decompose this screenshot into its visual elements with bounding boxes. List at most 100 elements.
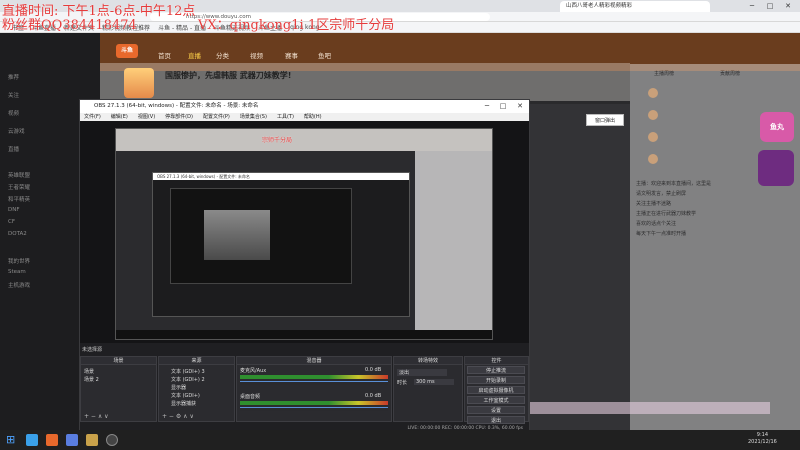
promo-badge[interactable] <box>758 150 794 186</box>
sidebar-item[interactable]: 推荐 <box>8 73 19 81</box>
scene-item[interactable]: 场景 2 <box>84 376 99 383</box>
sidebar-item[interactable]: 王者荣耀 <box>8 183 30 191</box>
sources-header: 来源 <box>159 357 234 365</box>
screen: 山西八哥老人精彩视频精彩 ─ □ ✕ https://www.douyu.com… <box>0 0 800 450</box>
nested-right-panel <box>415 151 492 336</box>
chat-line: 主播：欢迎来到本直播间，这里是 <box>636 181 712 187</box>
nested-preview-image <box>204 210 270 260</box>
rank-avatar[interactable] <box>648 154 658 164</box>
sidebar-item[interactable]: 和平精英 <box>8 195 30 203</box>
chat-line: 喜欢的话点个关注 <box>636 221 677 227</box>
gift-badge[interactable]: 鱼丸 <box>760 112 794 142</box>
transitions-header: 转场特效 <box>394 357 462 365</box>
source-item[interactable]: 文本 (GDI+) 2 <box>171 376 205 383</box>
taskbar-clock[interactable]: 9:14 2021/12/16 <box>748 432 777 446</box>
app-taskbar-icon[interactable] <box>66 434 78 446</box>
settings-button[interactable]: 设置 <box>467 406 525 414</box>
volume-meter <box>240 375 388 379</box>
clock-date: 2021/12/16 <box>748 439 777 445</box>
studio-mode-button[interactable]: 工作室模式 <box>467 396 525 404</box>
nav-item[interactable]: 赛事 <box>285 50 298 60</box>
menu-item[interactable]: 工具(T) <box>277 113 294 121</box>
source-controls[interactable]: + − ⚙ ∧ ∨ <box>162 413 194 420</box>
sidebar-item[interactable]: 关注 <box>8 91 19 99</box>
rank-avatar[interactable] <box>648 132 658 142</box>
room-info-bar <box>100 63 630 101</box>
sources-dock: 来源 文本 (GDI+) 3 文本 (GDI+) 2 显示器 文本 (GDI+)… <box>158 356 235 422</box>
menu-item[interactable]: 帮助(H) <box>304 113 322 121</box>
room-title: 国服惨护，先虐韩服 武器刀妹教学! <box>165 71 292 80</box>
nav-item[interactable]: 鱼吧 <box>318 50 331 60</box>
nav-item[interactable]: 首页 <box>158 50 171 60</box>
obs-minimize-icon[interactable]: ─ <box>480 100 494 113</box>
menu-item[interactable]: 文件(F) <box>84 113 101 121</box>
sidebar-item[interactable]: 我的世界 <box>8 257 30 265</box>
rank-tab[interactable]: 贡献周榜 <box>720 70 740 77</box>
app-taskbar-icon-2[interactable] <box>86 434 98 446</box>
chat-line: 关注主播不迷路 <box>636 201 672 207</box>
source-item[interactable]: 显示器 <box>171 384 186 391</box>
close-icon[interactable]: ✕ <box>780 0 796 12</box>
douyu-taskbar-icon[interactable] <box>46 434 58 446</box>
rank-avatar[interactable] <box>648 88 658 98</box>
sidebar-item[interactable]: DNF <box>8 207 20 213</box>
popup-window-button[interactable]: 窗口弹出 <box>586 114 624 126</box>
nested-taskbar <box>116 330 492 339</box>
clock-time: 9:14 <box>756 432 769 438</box>
minimize-icon[interactable]: ─ <box>744 0 760 12</box>
menu-item[interactable]: 配置文件(P) <box>203 113 230 121</box>
stop-streaming-button[interactable]: 停止推流 <box>467 366 525 374</box>
streamer-avatar[interactable] <box>124 68 154 98</box>
obs-menu-bar: 文件(F) 编辑(E) 视图(V) 停靠部件(D) 配置文件(P) 场景集合(S… <box>80 113 529 121</box>
duration-input[interactable]: 300 ms <box>414 379 454 385</box>
exit-button[interactable]: 退出 <box>467 416 525 424</box>
sidebar-item[interactable]: CF <box>8 219 15 225</box>
mixer-channel-label: 桌面音频 <box>240 394 261 400</box>
obs-taskbar-icon[interactable] <box>106 434 118 446</box>
no-source-label: 未选择源 <box>82 347 103 353</box>
mixer-header: 混音器 <box>237 357 391 365</box>
menu-item[interactable]: 编辑(E) <box>111 113 128 121</box>
nav-item[interactable]: 直播 <box>188 50 201 60</box>
source-item[interactable]: 文本 (GDI+) 3 <box>171 368 205 375</box>
scene-item[interactable]: 场景 <box>84 368 94 375</box>
sidebar-item[interactable]: 主机游戏 <box>8 281 30 289</box>
volume-slider[interactable] <box>240 381 388 385</box>
scenes-dock: 场景 场景 场景 2 + − ∧ ∨ <box>80 356 157 422</box>
sidebar-item[interactable]: 云游戏 <box>8 127 25 135</box>
start-icon[interactable]: ⊞ <box>6 434 18 446</box>
chat-line: 每天下午一点准时开播 <box>636 231 687 237</box>
virtual-camera-button[interactable]: 启动虚拟摄像机 <box>467 386 525 394</box>
controls-header: 控件 <box>465 357 528 365</box>
obs-maximize-icon[interactable]: □ <box>496 100 510 113</box>
scene-controls[interactable]: + − ∧ ∨ <box>84 413 109 420</box>
maximize-icon[interactable]: □ <box>762 0 778 12</box>
browser-tab-right[interactable]: 山西八哥老人精彩视频精彩 <box>560 1 710 12</box>
site-logo[interactable]: 斗鱼 <box>116 44 138 58</box>
sidebar-item[interactable]: DOTA2 <box>8 231 27 237</box>
rank-avatar[interactable] <box>648 110 658 120</box>
windows-taskbar <box>0 430 800 450</box>
source-item[interactable]: 显示器捕获 <box>171 400 196 407</box>
mixer-channel-label: 麦克风/Aux <box>240 368 267 374</box>
volume-slider[interactable] <box>240 407 388 411</box>
overlay-wechat: VX：qingkong1i <box>198 18 304 33</box>
sidebar-item[interactable]: Steam <box>8 269 26 275</box>
menu-item[interactable]: 视图(V) <box>138 113 155 121</box>
browser-tab-label: 山西八哥老人精彩视频精彩 <box>566 3 633 9</box>
sidebar-item[interactable]: 直播 <box>8 145 19 153</box>
obs-close-icon[interactable]: ✕ <box>513 100 527 113</box>
nav-item[interactable]: 视频 <box>250 50 263 60</box>
volume-meter <box>240 401 388 405</box>
source-item[interactable]: 文本 (GDI+) <box>171 392 200 399</box>
menu-item[interactable]: 停靠部件(D) <box>165 113 193 121</box>
menu-item[interactable]: 场景集合(S) <box>240 113 267 121</box>
sidebar-item[interactable]: 视频 <box>8 109 19 117</box>
nav-item[interactable]: 分类 <box>216 50 229 60</box>
start-recording-button[interactable]: 开始录制 <box>467 376 525 384</box>
sidebar-item[interactable]: 英雄联盟 <box>8 171 30 179</box>
browser-taskbar-icon[interactable] <box>26 434 38 446</box>
transition-select[interactable]: 淡出 <box>397 369 447 376</box>
rank-tab[interactable]: 主播周榜 <box>654 70 674 77</box>
gift-strip[interactable] <box>530 402 770 414</box>
